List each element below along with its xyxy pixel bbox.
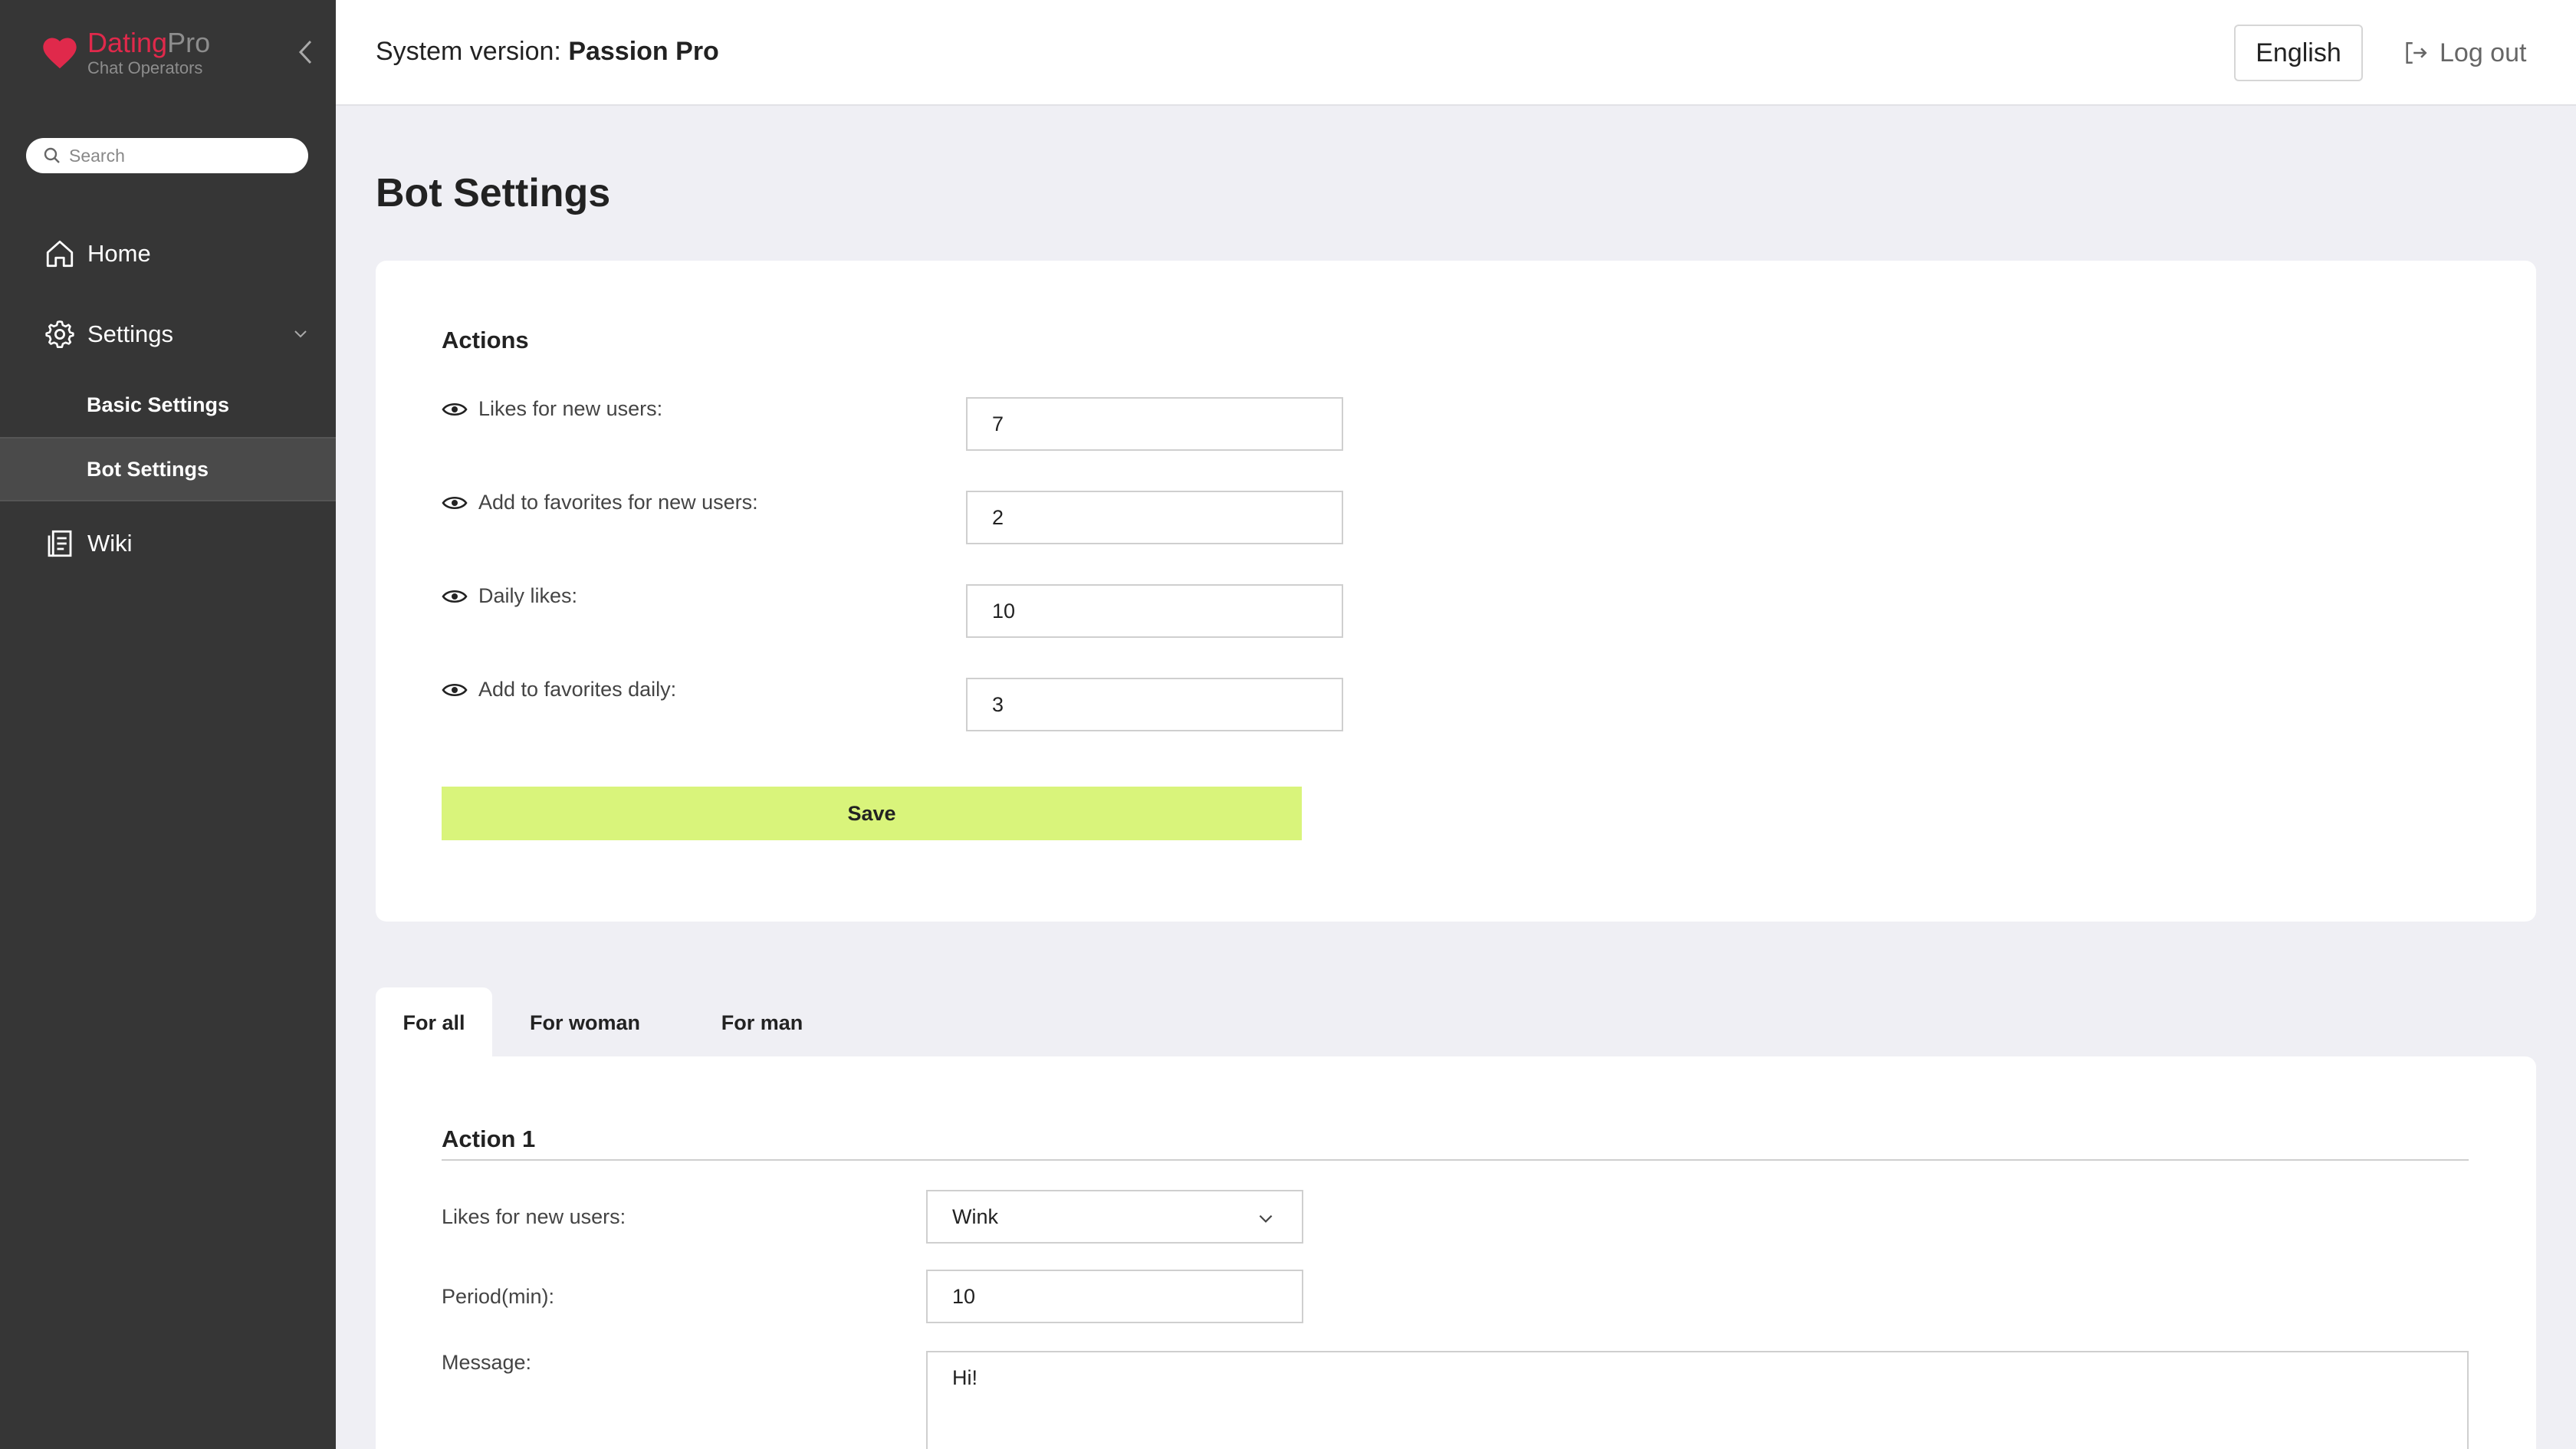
- logout-icon: [2406, 41, 2427, 64]
- collapse-sidebar-button[interactable]: [291, 37, 319, 67]
- action-likes-label: Likes for new users:: [442, 1205, 626, 1228]
- eye-icon[interactable]: [442, 681, 468, 699]
- document-icon: [43, 527, 77, 560]
- favorites-daily-label: Add to favorites daily:: [442, 678, 676, 702]
- search-input[interactable]: [69, 145, 291, 166]
- chevron-down-icon: [294, 330, 307, 338]
- action-1-title: Action 1: [442, 1125, 536, 1152]
- tab-for-woman[interactable]: For woman: [515, 987, 655, 1058]
- likes-new-users-label: Likes for new users:: [442, 397, 662, 421]
- favorites-new-users-label: Add to favorites for new users:: [442, 491, 758, 514]
- daily-likes-label: Daily likes:: [442, 584, 577, 608]
- eye-icon[interactable]: [442, 400, 468, 419]
- language-button[interactable]: English: [2234, 25, 2363, 81]
- sidebar-item-basic-settings[interactable]: Basic Settings: [0, 373, 336, 437]
- section-divider: [442, 1159, 2469, 1161]
- message-label: Message:: [442, 1351, 532, 1374]
- actions-title: Actions: [442, 327, 529, 353]
- chevron-down-icon: [1259, 1214, 1273, 1223]
- tab-for-man[interactable]: For man: [699, 987, 825, 1058]
- eye-icon[interactable]: [442, 494, 468, 512]
- system-version-value: Passion Pro: [568, 37, 719, 66]
- page-title: Bot Settings: [376, 171, 611, 215]
- favorites-new-users-input[interactable]: [966, 491, 1343, 544]
- brand-logo[interactable]: DatingPro Chat Operators: [40, 26, 210, 80]
- favorites-daily-input[interactable]: [966, 678, 1343, 731]
- action-type-select[interactable]: Wink: [926, 1190, 1303, 1244]
- sidebar-item-home[interactable]: Home: [0, 235, 336, 273]
- search-icon: [44, 147, 60, 163]
- sidebar-item-label: Settings: [87, 320, 174, 347]
- action-type-selected: Wink: [952, 1204, 998, 1228]
- search-box: [26, 138, 308, 173]
- sidebar-item-settings[interactable]: Settings: [0, 315, 336, 353]
- sidebar-item-wiki[interactable]: Wiki: [0, 524, 336, 563]
- brand-subtitle: Chat Operators: [87, 58, 203, 77]
- logout-button[interactable]: Log out: [2403, 34, 2526, 72]
- sidebar-item-bot-settings[interactable]: Bot Settings: [0, 437, 336, 501]
- sidebar: DatingPro Chat Operators Home Settings B…: [0, 0, 336, 1449]
- eye-icon[interactable]: [442, 587, 468, 606]
- system-version: System version: Passion Pro: [376, 37, 719, 66]
- actions-card: Actions Likes for new users: Add to favo…: [376, 261, 2536, 922]
- action-settings-card: Action 1 Likes for new users: Wink Perio…: [376, 1056, 2536, 1449]
- period-label: Period(min):: [442, 1285, 555, 1308]
- top-bar: System version: Passion Pro English Log …: [336, 0, 2576, 106]
- sidebar-item-label: Home: [87, 240, 151, 267]
- period-input[interactable]: [926, 1270, 1303, 1323]
- heart-icon: [43, 38, 77, 69]
- message-textarea[interactable]: Hi!: [926, 1351, 2469, 1449]
- logout-label: Log out: [2440, 38, 2527, 67]
- likes-new-users-input[interactable]: [966, 397, 1343, 451]
- sidebar-item-label: Wiki: [87, 530, 133, 557]
- gear-icon: [43, 317, 77, 351]
- home-icon: [43, 237, 77, 271]
- daily-likes-input[interactable]: [966, 584, 1343, 638]
- chevron-left-icon: [298, 40, 312, 64]
- brand-name: DatingPro: [87, 27, 211, 58]
- tab-for-all[interactable]: For all: [376, 987, 492, 1058]
- save-button[interactable]: Save: [442, 787, 1302, 840]
